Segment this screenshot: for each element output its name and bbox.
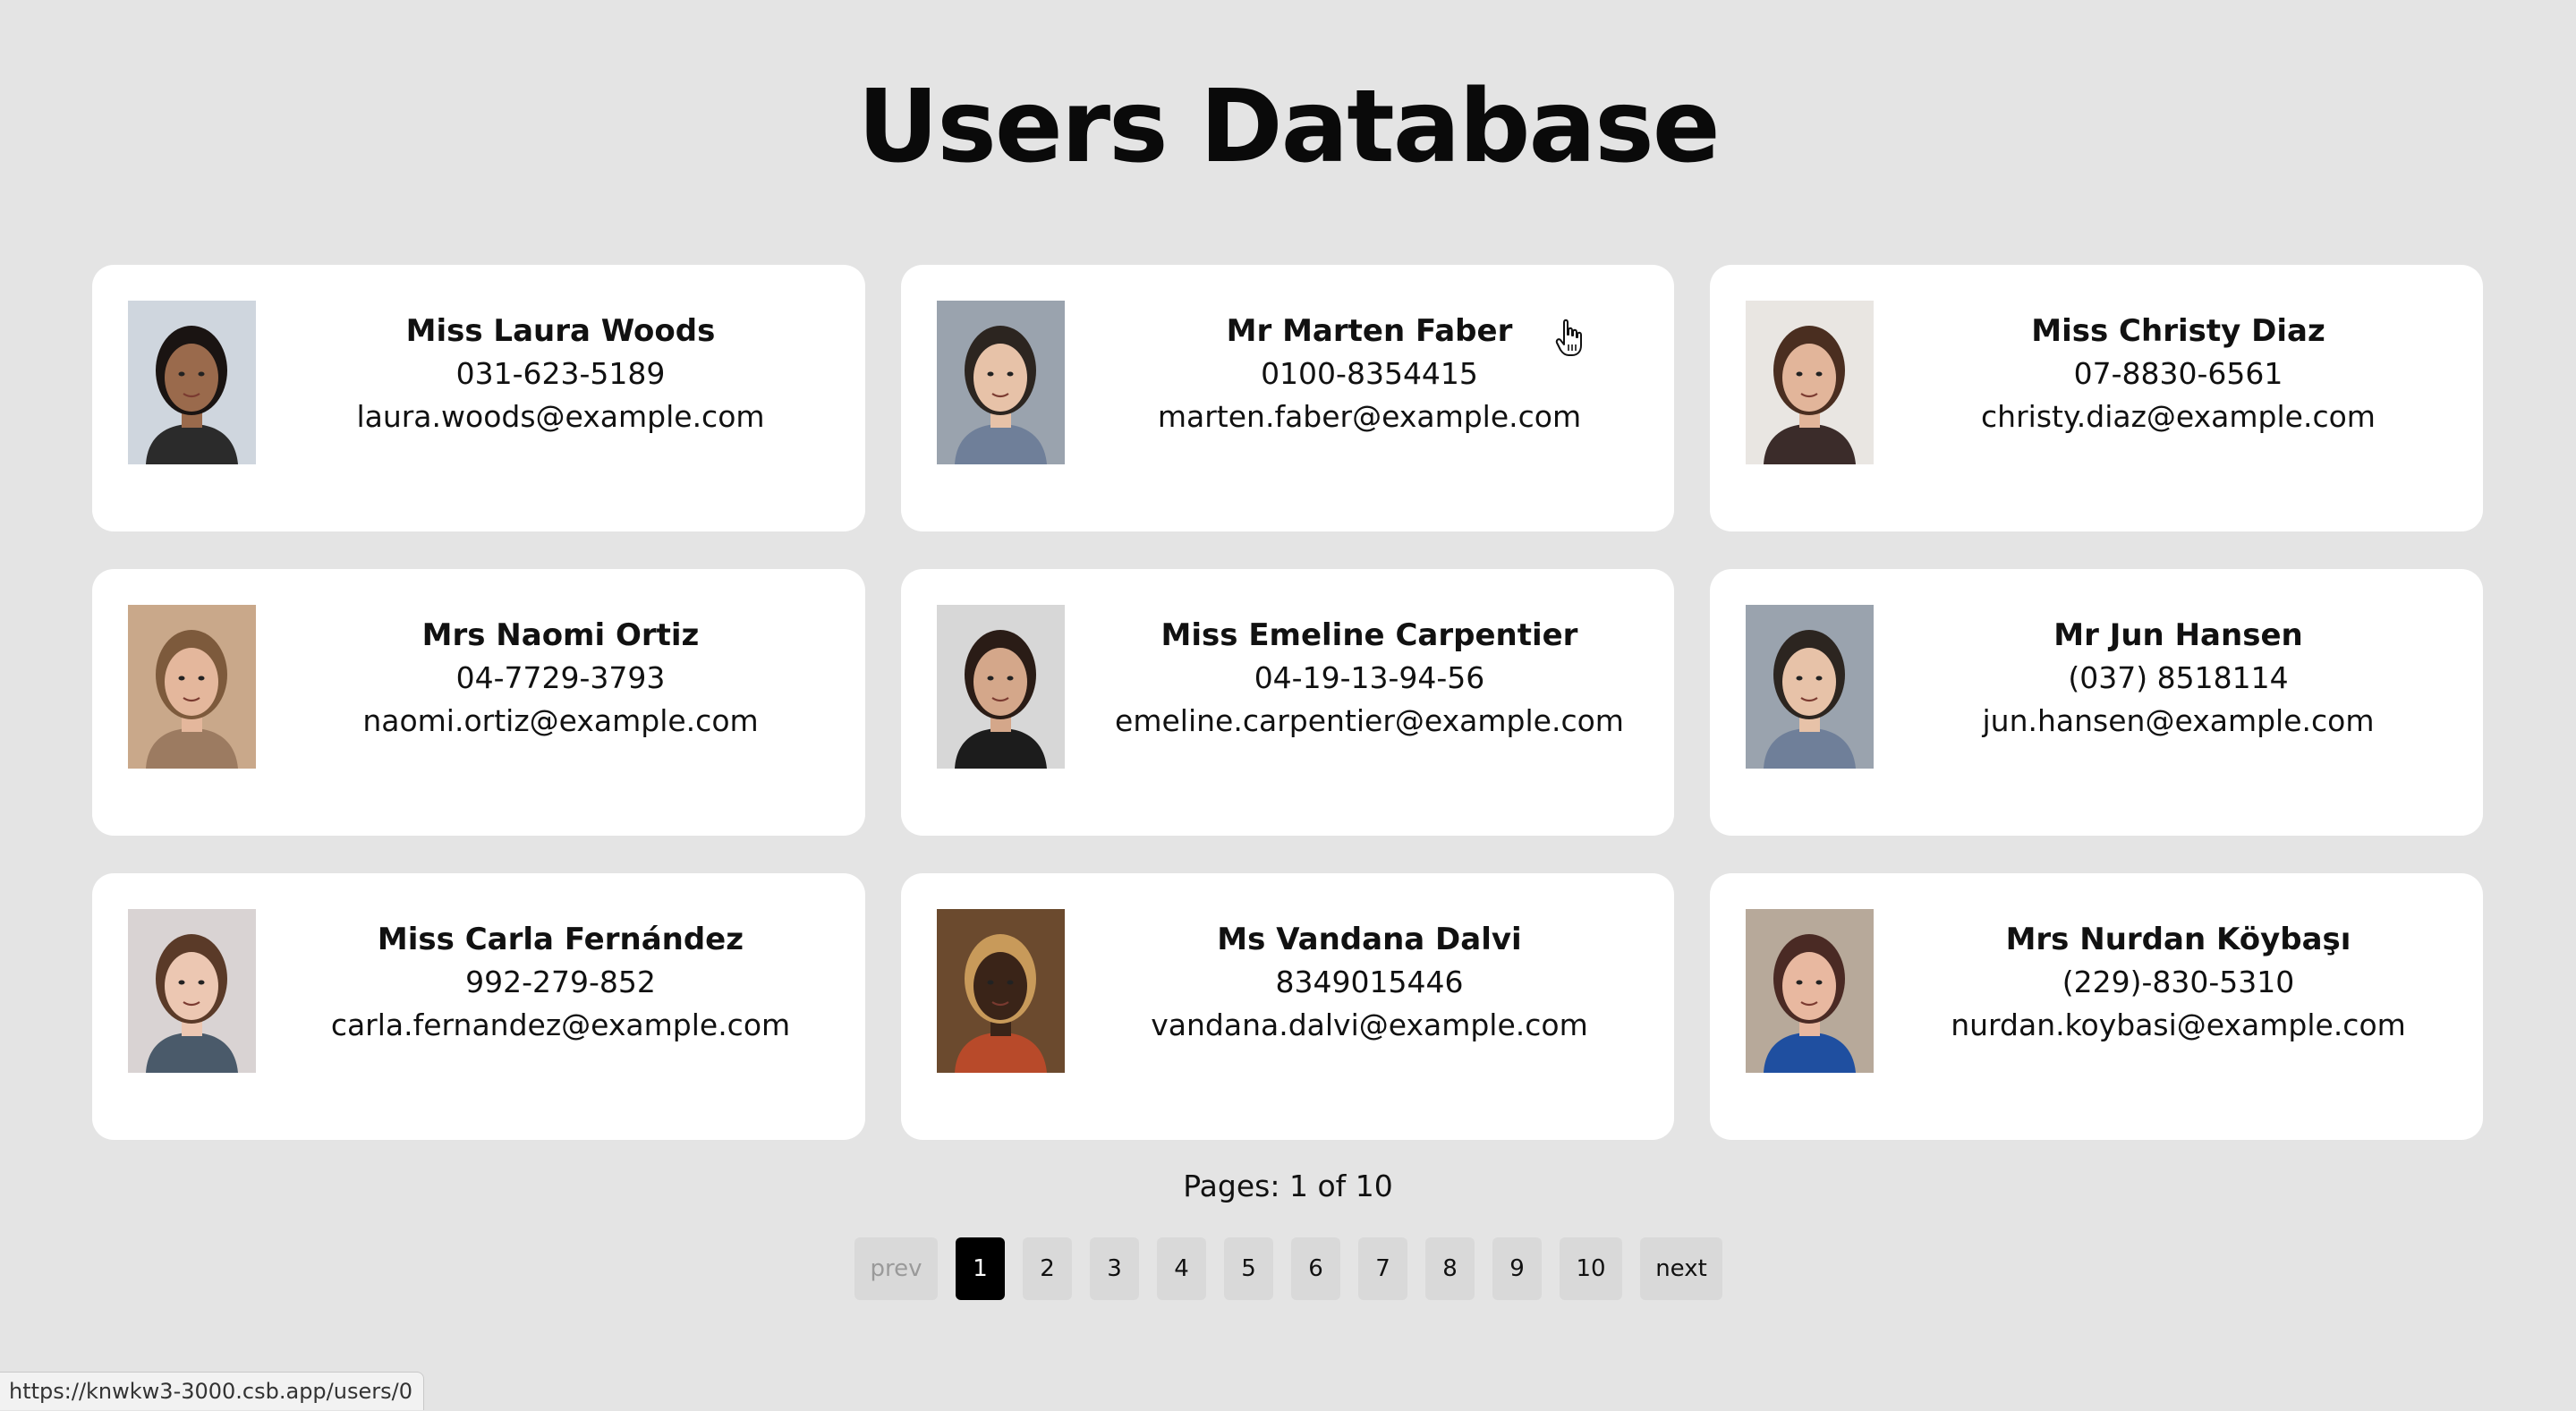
user-email: laura.woods@example.com xyxy=(356,399,765,434)
user-text: Miss Carla Fernández 992-279-852 carla.fer… xyxy=(331,918,790,1047)
user-info: Mrs Nurdan Köybaşı (229)-830-5310 nurdan.k… xyxy=(1874,918,2483,1047)
user-email: vandana.dalvi@example.com xyxy=(1151,1007,1588,1042)
next-button[interactable]: next xyxy=(1640,1237,1722,1300)
page-button-5[interactable]: 5 xyxy=(1224,1237,1273,1300)
status-bar-url: https://knwkw3-3000.csb.app/users/0 xyxy=(0,1372,424,1410)
user-text: Mr Jun Hansen (037) 8518114 jun.hansen@exa… xyxy=(1983,614,2375,743)
user-name: Mr Jun Hansen xyxy=(2053,617,2303,653)
user-card: Miss Laura Woods 031-623-5189 laura.woods@… xyxy=(92,265,865,531)
user-name: Miss Christy Diaz xyxy=(2031,313,2325,349)
user-avatar xyxy=(937,909,1065,1073)
user-name: Mrs Naomi Ortiz xyxy=(421,617,700,653)
user-phone: 04-19-13-94-56 xyxy=(1254,660,1485,695)
user-email: carla.fernandez@example.com xyxy=(330,1007,791,1042)
user-info: Miss Carla Fernández 992-279-852 carla.fer… xyxy=(256,918,865,1047)
user-avatar xyxy=(937,301,1065,464)
page-button-3[interactable]: 3 xyxy=(1090,1237,1139,1300)
user-phone: (037) 8518114 xyxy=(2068,660,2289,695)
prev-button[interactable]: prev xyxy=(854,1237,938,1300)
user-name: Ms Vandana Dalvi xyxy=(1217,922,1522,957)
user-text: Miss Laura Woods 031-623-5189 laura.woods@… xyxy=(356,310,764,438)
user-avatar xyxy=(1746,605,1874,769)
user-info: Miss Laura Woods 031-623-5189 laura.woods@… xyxy=(256,310,865,438)
user-name: Mr Marten Faber xyxy=(1226,313,1513,349)
user-card: Mrs Naomi Ortiz 04-7729-3793 naomi.ortiz@e… xyxy=(92,569,865,836)
user-phone: 04-7729-3793 xyxy=(455,660,666,695)
user-avatar xyxy=(128,909,256,1073)
page-button-8[interactable]: 8 xyxy=(1425,1237,1475,1300)
user-name: Miss Laura Woods xyxy=(405,313,716,349)
user-email: marten.faber@example.com xyxy=(1157,399,1582,434)
user-text: Mrs Nurdan Köybaşı (229)-830-5310 nurdan.k… xyxy=(1951,918,2406,1047)
user-email: naomi.ortiz@example.com xyxy=(362,703,759,738)
page-button-10[interactable]: 10 xyxy=(1560,1237,1622,1300)
user-info: Ms Vandana Dalvi 8349015446 vandana.dalvi@… xyxy=(1065,918,1674,1047)
user-text: Mr Marten Faber 0100-8354415 marten.faber@… xyxy=(1158,310,1581,438)
user-card: Miss Carla Fernández 992-279-852 carla.fer… xyxy=(92,873,865,1140)
page-button-6[interactable]: 6 xyxy=(1291,1237,1340,1300)
user-avatar xyxy=(1746,301,1874,464)
user-card: Miss Emeline Carpentier 04-19-13-94-56 eme… xyxy=(901,569,1674,836)
user-avatar xyxy=(128,301,256,464)
user-info: Mrs Naomi Ortiz 04-7729-3793 naomi.ortiz@e… xyxy=(256,614,865,743)
user-email: jun.hansen@example.com xyxy=(1982,703,2375,738)
user-info: Miss Christy Diaz 07-8830-6561 christy.dia… xyxy=(1874,310,2483,438)
page-button-2[interactable]: 2 xyxy=(1023,1237,1072,1300)
page-count-label: Pages: 1 of 10 xyxy=(1183,1169,1393,1203)
user-phone: 992-279-852 xyxy=(465,965,656,999)
pagination: prev 1 2 3 4 5 6 7 8 9 10 next xyxy=(854,1237,1722,1300)
user-info: Miss Emeline Carpentier 04-19-13-94-56 eme… xyxy=(1065,614,1674,743)
user-text: Mrs Naomi Ortiz 04-7729-3793 naomi.ortiz@e… xyxy=(362,614,758,743)
user-card: Mr Jun Hansen (037) 8518114 jun.hansen@exa… xyxy=(1710,569,2483,836)
user-card: Mr Marten Faber 0100-8354415 marten.faber@… xyxy=(901,265,1674,531)
user-avatar xyxy=(937,605,1065,769)
user-text: Miss Christy Diaz 07-8830-6561 christy.dia… xyxy=(1981,310,2376,438)
user-email: christy.diaz@example.com xyxy=(1981,399,2376,434)
page-button-1[interactable]: 1 xyxy=(956,1237,1005,1300)
page-button-7[interactable]: 7 xyxy=(1358,1237,1407,1300)
user-phone: 031-623-5189 xyxy=(455,356,666,391)
page-button-9[interactable]: 9 xyxy=(1492,1237,1542,1300)
page-button-4[interactable]: 4 xyxy=(1157,1237,1206,1300)
user-text: Ms Vandana Dalvi 8349015446 vandana.dalvi@… xyxy=(1151,918,1588,1047)
hand-cursor-icon xyxy=(1555,319,1582,356)
user-phone: 0100-8354415 xyxy=(1261,356,1478,391)
user-phone: 07-8830-6561 xyxy=(2073,356,2283,391)
user-name: Miss Carla Fernández xyxy=(377,922,744,957)
user-name: Mrs Nurdan Köybaşı xyxy=(2005,922,2351,957)
user-avatar xyxy=(128,605,256,769)
user-card: Mrs Nurdan Köybaşı (229)-830-5310 nurdan.k… xyxy=(1710,873,2483,1140)
user-email: emeline.carpentier@example.com xyxy=(1115,703,1624,738)
user-avatar xyxy=(1746,909,1874,1073)
user-text: Miss Emeline Carpentier 04-19-13-94-56 eme… xyxy=(1115,614,1624,743)
user-phone: 8349015446 xyxy=(1275,965,1464,999)
user-name: Miss Emeline Carpentier xyxy=(1160,617,1578,653)
user-email: nurdan.koybasi@example.com xyxy=(1951,1007,2406,1042)
users-grid: Miss Laura Woods 031-623-5189 laura.woods@… xyxy=(92,265,2483,1140)
user-card: Ms Vandana Dalvi 8349015446 vandana.dalvi@… xyxy=(901,873,1674,1140)
user-card: Miss Christy Diaz 07-8830-6561 christy.dia… xyxy=(1710,265,2483,531)
user-info: Mr Jun Hansen (037) 8518114 jun.hansen@exa… xyxy=(1874,614,2483,743)
page-title: Users Database xyxy=(857,69,1721,185)
user-phone: (229)-830-5310 xyxy=(2062,965,2295,999)
